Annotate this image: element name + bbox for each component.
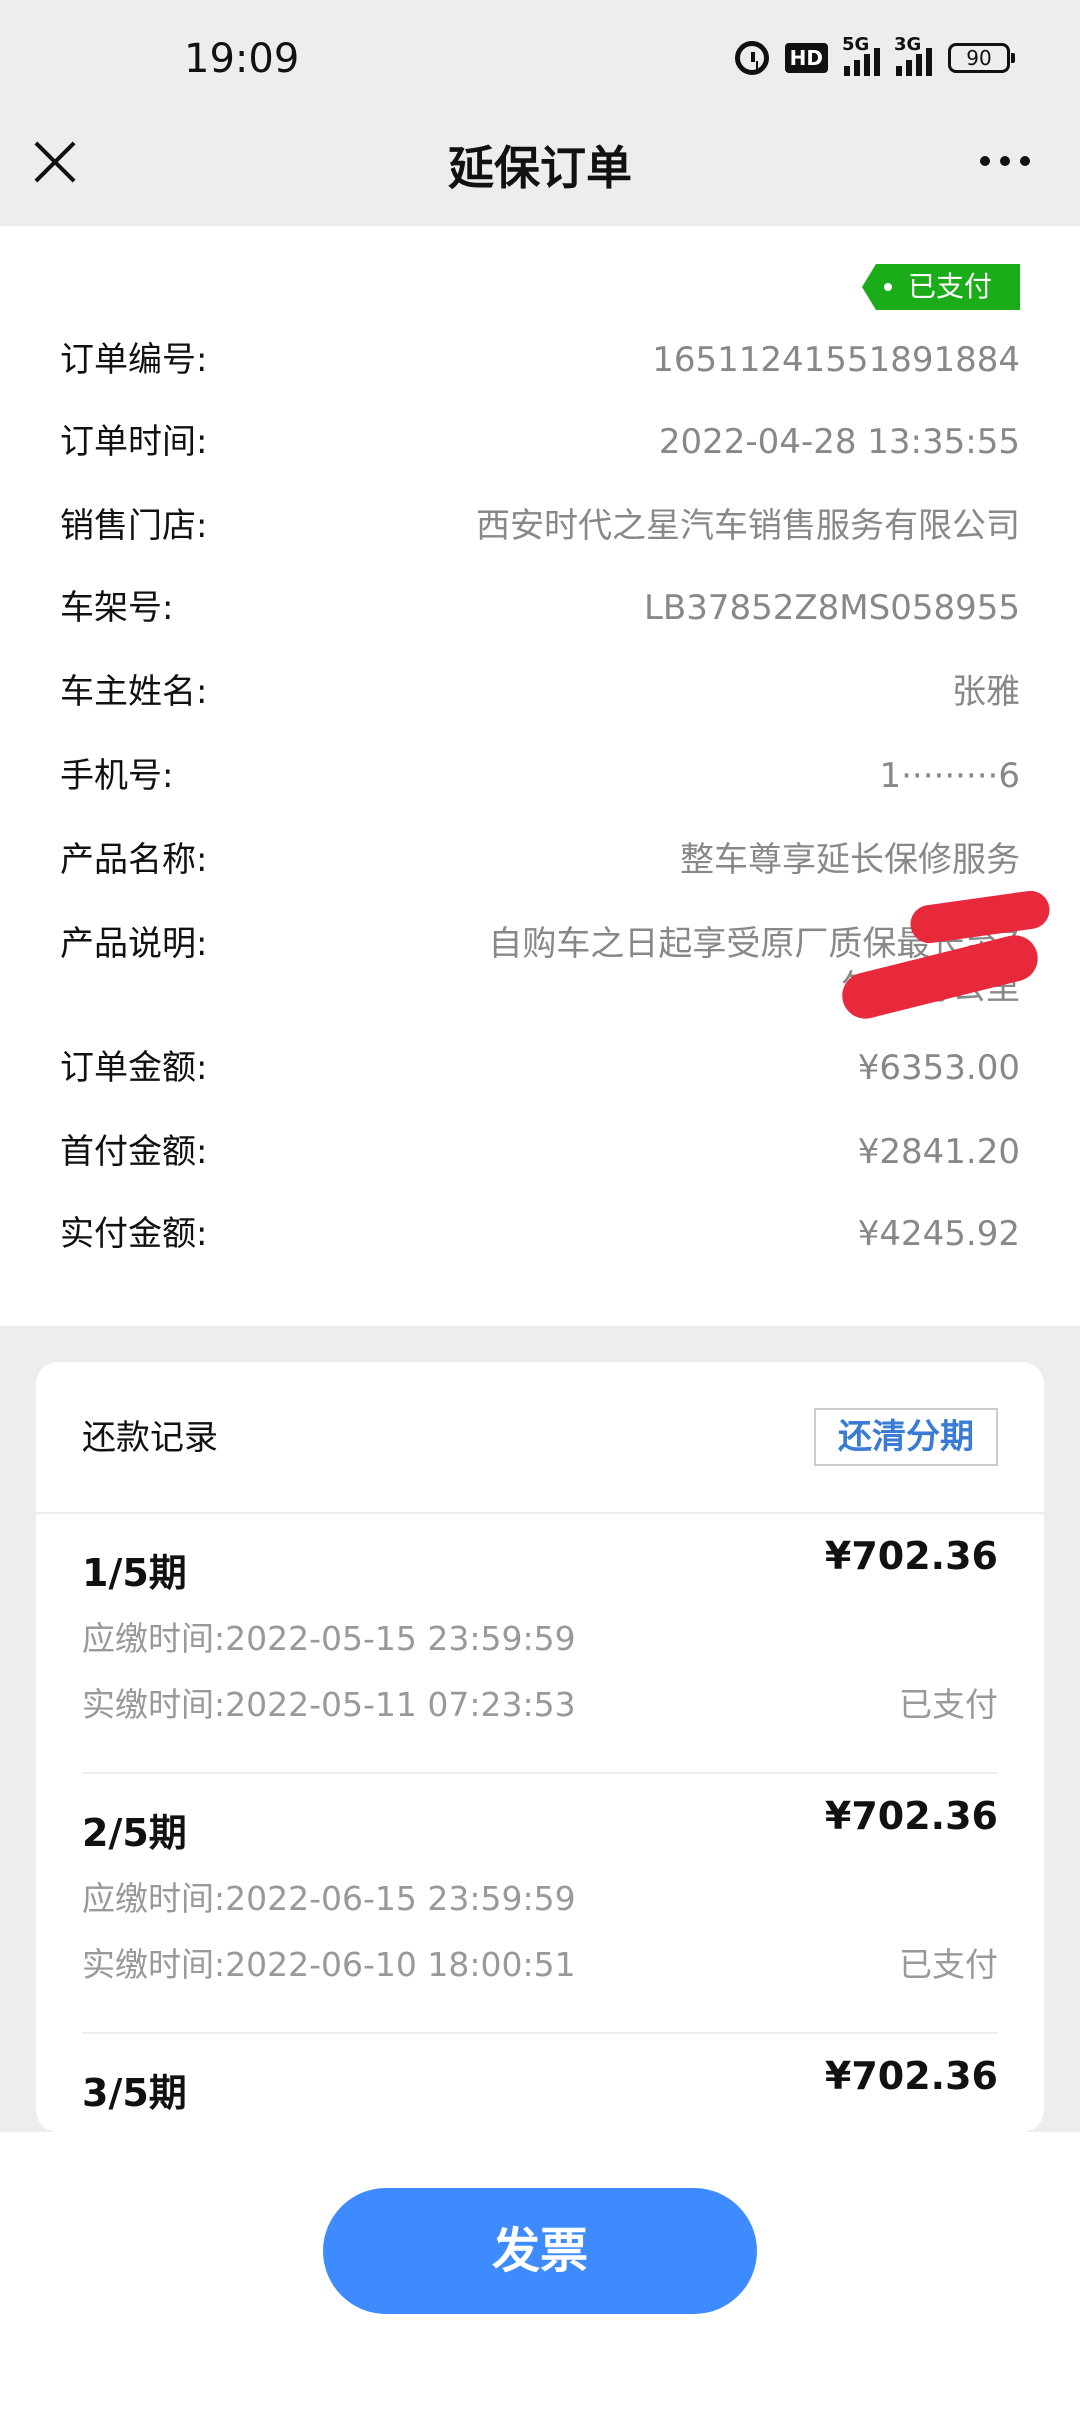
repayment-card: 还款记录 还清分期 1/5期 ¥702.36 应缴时间:2022-05-15 2…	[36, 1362, 1044, 2132]
info-value: ¥6353.00	[857, 1048, 1020, 1088]
installment-item: 2/5期 ¥702.36 应缴时间:2022-06-15 23:59:59 实缴…	[82, 1774, 998, 2034]
info-label: 实付金额:	[60, 1214, 208, 1254]
installment-item: 1/5期 ¥702.36 应缴时间:2022-05-15 23:59:59 实缴…	[82, 1514, 998, 1774]
bottom-action-bar: 发票	[0, 2132, 1080, 2412]
info-value: 西安时代之星汽车销售服务有限公司	[476, 506, 1020, 546]
info-label: 产品名称:	[60, 840, 208, 880]
nav-bar: 延保订单	[0, 120, 1080, 226]
status-badge: 已支付	[861, 264, 1020, 310]
info-label: 订单金额:	[60, 1048, 208, 1088]
paid-time: 实缴时间:2022-06-10 18:00:51	[82, 1938, 576, 1986]
page-title: 延保订单	[448, 141, 632, 195]
installment-amount: ¥702.36	[824, 1534, 998, 1578]
info-value: 张雅	[952, 672, 1020, 712]
installment-status: 已支付	[899, 1685, 998, 1724]
due-time-label: 应缴时间:	[82, 1619, 226, 1658]
info-label: 车主姓名:	[60, 672, 208, 712]
due-time-value: 2022-05-15 23:59:59	[225, 1619, 576, 1658]
info-label: 订单时间:	[60, 422, 208, 462]
info-value: ¥2841.20	[857, 1132, 1020, 1172]
due-time: 应缴时间:2022-05-15 23:59:59	[82, 1612, 576, 1660]
info-value: 1·········6	[879, 756, 1020, 796]
more-options-icon[interactable]	[980, 156, 1030, 166]
installment-name: 3/5期	[82, 2071, 187, 2115]
installment-name: 2/5期	[82, 1811, 187, 1855]
order-details-card: 已支付 订单编号: 16511241551891884 订单时间: 2022-0…	[0, 226, 1080, 1326]
info-value: 2022-04-28 13:35:55	[658, 422, 1020, 462]
installment-status: 已支付	[899, 1945, 998, 1984]
status-time: 19:09	[184, 36, 300, 82]
info-value: 整车尊享延长保修服务	[680, 840, 1020, 880]
alarm-icon	[734, 41, 769, 75]
clear-installments-button[interactable]: 还清分期	[814, 1408, 998, 1466]
installment-item: 3/5期 ¥702.36	[82, 2034, 998, 2132]
hd-icon: HD	[784, 43, 828, 73]
status-icons: HD 5G 3G 90	[734, 34, 1015, 76]
paid-time-label: 实缴时间:	[82, 1685, 226, 1724]
due-time: 应缴时间:2022-06-15 23:59:59	[82, 1872, 576, 1920]
due-time-label: 应缴时间:	[82, 1879, 226, 1918]
due-time-value: 2022-06-15 23:59:59	[225, 1879, 576, 1918]
info-value: ¥4245.92	[857, 1214, 1020, 1254]
signal-5g-label: 5G	[842, 34, 870, 55]
info-label: 销售门店:	[60, 506, 208, 546]
signal-5g-icon: 5G	[842, 34, 880, 76]
signal-3g-icon: 3G	[894, 34, 932, 76]
paid-time-label: 实缴时间:	[82, 1945, 226, 1984]
info-label: 订单编号:	[60, 340, 208, 380]
paid-time-value: 2022-05-11 07:23:53	[225, 1685, 576, 1724]
info-label: 车架号:	[60, 588, 174, 628]
installment-name: 1/5期	[82, 1551, 187, 1595]
info-label: 手机号:	[60, 756, 174, 796]
battery-icon: 90	[948, 43, 1015, 73]
info-value: LB37852Z8MS058955	[643, 588, 1020, 628]
info-value: 16511241551891884	[652, 340, 1020, 380]
repayment-title: 还款记录	[82, 1418, 218, 1458]
info-label: 产品说明:	[60, 924, 208, 964]
invoice-button[interactable]: 发票	[323, 2188, 757, 2314]
status-bar: 19:09 HD 5G 3G 90	[0, 0, 1080, 120]
info-label: 首付金额:	[60, 1132, 208, 1172]
installment-amount: ¥702.36	[824, 2054, 998, 2098]
installment-amount: ¥702.36	[824, 1794, 998, 1838]
paid-time-value: 2022-06-10 18:00:51	[225, 1945, 576, 1984]
paid-time: 实缴时间:2022-05-11 07:23:53	[82, 1678, 576, 1726]
signal-3g-label: 3G	[894, 34, 922, 55]
